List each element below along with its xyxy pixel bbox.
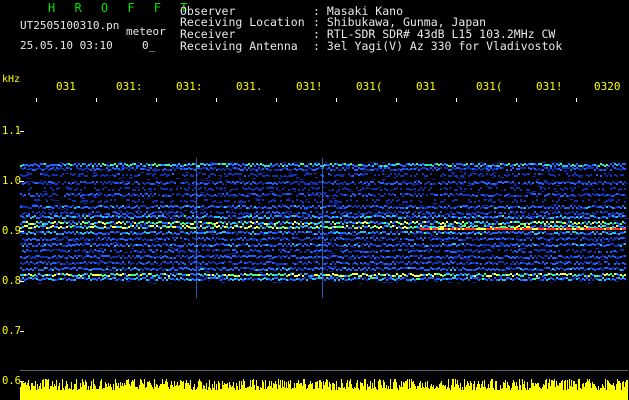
y-tick: 0.8 (2, 275, 21, 287)
x-tick: 031: (176, 80, 203, 93)
file-name: UT2505100310.pn (20, 19, 120, 32)
x-tick: 031( (476, 80, 503, 93)
x-tick: 031: (116, 80, 143, 93)
y-axis-unit: kHz (2, 74, 21, 85)
antenna-label: Receiving Antenna (180, 39, 298, 53)
signal-level-bars (20, 379, 628, 400)
x-tick: 0320 (594, 80, 621, 93)
antenna-value: : 3el Yagi(V) Az 330 for Vladivostok (313, 39, 563, 53)
spectrogram-plot (20, 98, 628, 400)
noise-layer (20, 158, 628, 298)
y-tick: 0.9 (2, 225, 21, 237)
brand-title: H R O F F T (48, 1, 194, 15)
y-tick: 0.7 (2, 325, 21, 337)
x-tick: 031. (236, 80, 263, 93)
mode-tag: meteor (126, 25, 166, 38)
spectrogram-window: { "brand": "H R O F F T", "file_name": "… (0, 0, 629, 400)
y-tick: 1.1 (2, 125, 21, 137)
x-tick: 031( (356, 80, 383, 93)
y-tick: 1.0 (2, 175, 21, 187)
datetime: 25.05.10 03:10 (20, 39, 113, 52)
count-label: 0_ (142, 39, 156, 52)
x-tick: 031 (56, 80, 76, 93)
x-tick: 031! (536, 80, 563, 93)
y-tick: 0.6 (2, 375, 21, 387)
x-tick: 031 (416, 80, 436, 93)
x-tick: 031! (296, 80, 323, 93)
